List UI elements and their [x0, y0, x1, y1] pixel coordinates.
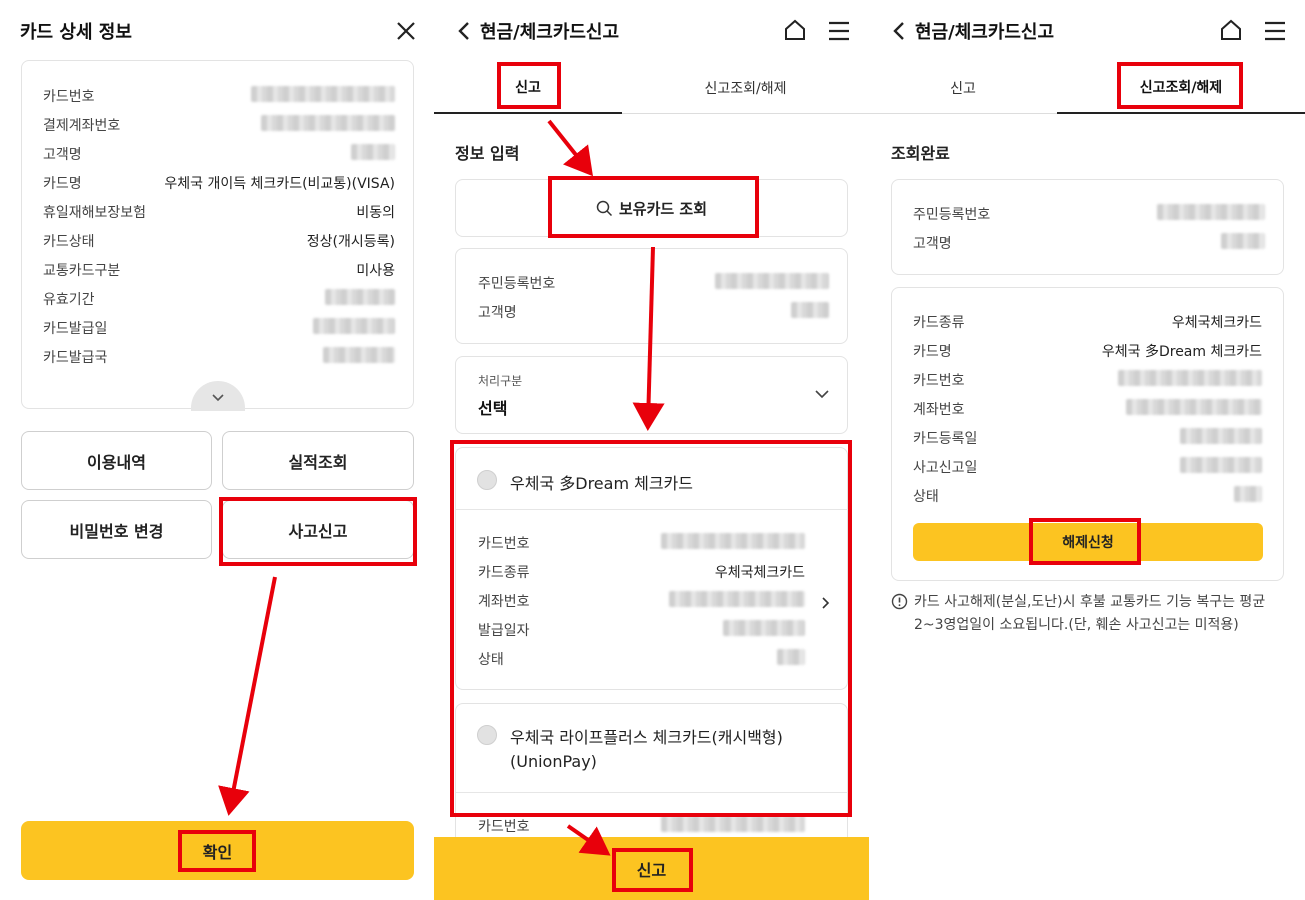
arrow [632, 246, 665, 431]
arrow [218, 576, 277, 816]
arrow [566, 824, 611, 856]
annotation-arrows [218, 119, 665, 856]
arrow [547, 119, 593, 177]
